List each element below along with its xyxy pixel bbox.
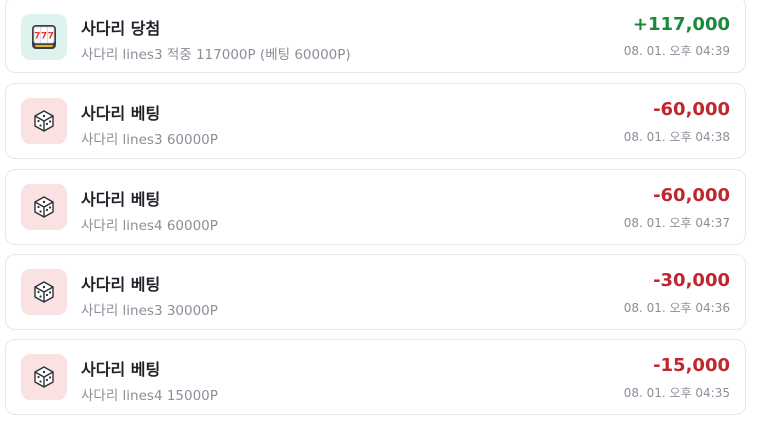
transaction-icon-box (21, 354, 67, 400)
transaction-icon-box: 7 7 7 (21, 14, 67, 60)
svg-text:7: 7 (41, 32, 47, 42)
transaction-description: 사다리 lines3 적중 117000P (베팅 60000P) (81, 47, 351, 63)
transaction-icon-box (21, 184, 67, 230)
transaction-list: 7 7 7 사다리 당첨 사다리 lines3 적중 117000P (베팅 6… (0, 0, 759, 421)
transaction-item[interactable]: 사다리 베팅 사다리 lines3 30000P -30,000 08. 01.… (5, 254, 746, 330)
transaction-amount: +117,000 (632, 14, 730, 35)
transaction-time: 08. 01. 오후 04:37 (623, 216, 730, 230)
slot-machine-icon: 7 7 7 (32, 25, 56, 49)
transaction-description: 사다리 lines3 60000P (81, 132, 218, 148)
transaction-amount: -30,000 (653, 270, 730, 291)
transaction-time: 08. 01. 오후 04:35 (623, 386, 730, 400)
transaction-item[interactable]: 사다리 베팅 사다리 lines4 15000P -15,000 08. 01.… (5, 339, 746, 415)
transaction-description: 사다리 lines4 60000P (81, 218, 218, 234)
svg-text:7: 7 (48, 32, 54, 42)
transaction-amount: -60,000 (653, 99, 730, 120)
transaction-time: 08. 01. 오후 04:38 (623, 130, 730, 144)
transaction-item[interactable]: 사다리 베팅 사다리 lines3 60000P -60,000 08. 01.… (5, 83, 746, 159)
transaction-title: 사다리 베팅 (81, 104, 161, 123)
dice-icon (34, 196, 54, 218)
svg-text:7: 7 (34, 32, 40, 42)
dice-icon (34, 281, 54, 303)
transaction-icon-box (21, 98, 67, 144)
transaction-description: 사다리 lines4 15000P (81, 388, 218, 404)
transaction-time: 08. 01. 오후 04:39 (623, 44, 730, 58)
transaction-description: 사다리 lines3 30000P (81, 303, 218, 319)
dice-icon (34, 366, 54, 388)
transaction-time: 08. 01. 오후 04:36 (623, 301, 730, 315)
transaction-amount: -60,000 (653, 185, 730, 206)
transaction-title: 사다리 베팅 (81, 190, 161, 209)
dice-icon (34, 110, 54, 132)
transaction-item[interactable]: 7 7 7 사다리 당첨 사다리 lines3 적중 117000P (베팅 6… (5, 0, 746, 73)
transaction-amount: -15,000 (653, 355, 730, 376)
transaction-title: 사다리 당첨 (81, 19, 161, 38)
transaction-item[interactable]: 사다리 베팅 사다리 lines4 60000P -60,000 08. 01.… (5, 169, 746, 245)
transaction-title: 사다리 베팅 (81, 275, 161, 294)
transaction-icon-box (21, 269, 67, 315)
transaction-title: 사다리 베팅 (81, 360, 161, 379)
